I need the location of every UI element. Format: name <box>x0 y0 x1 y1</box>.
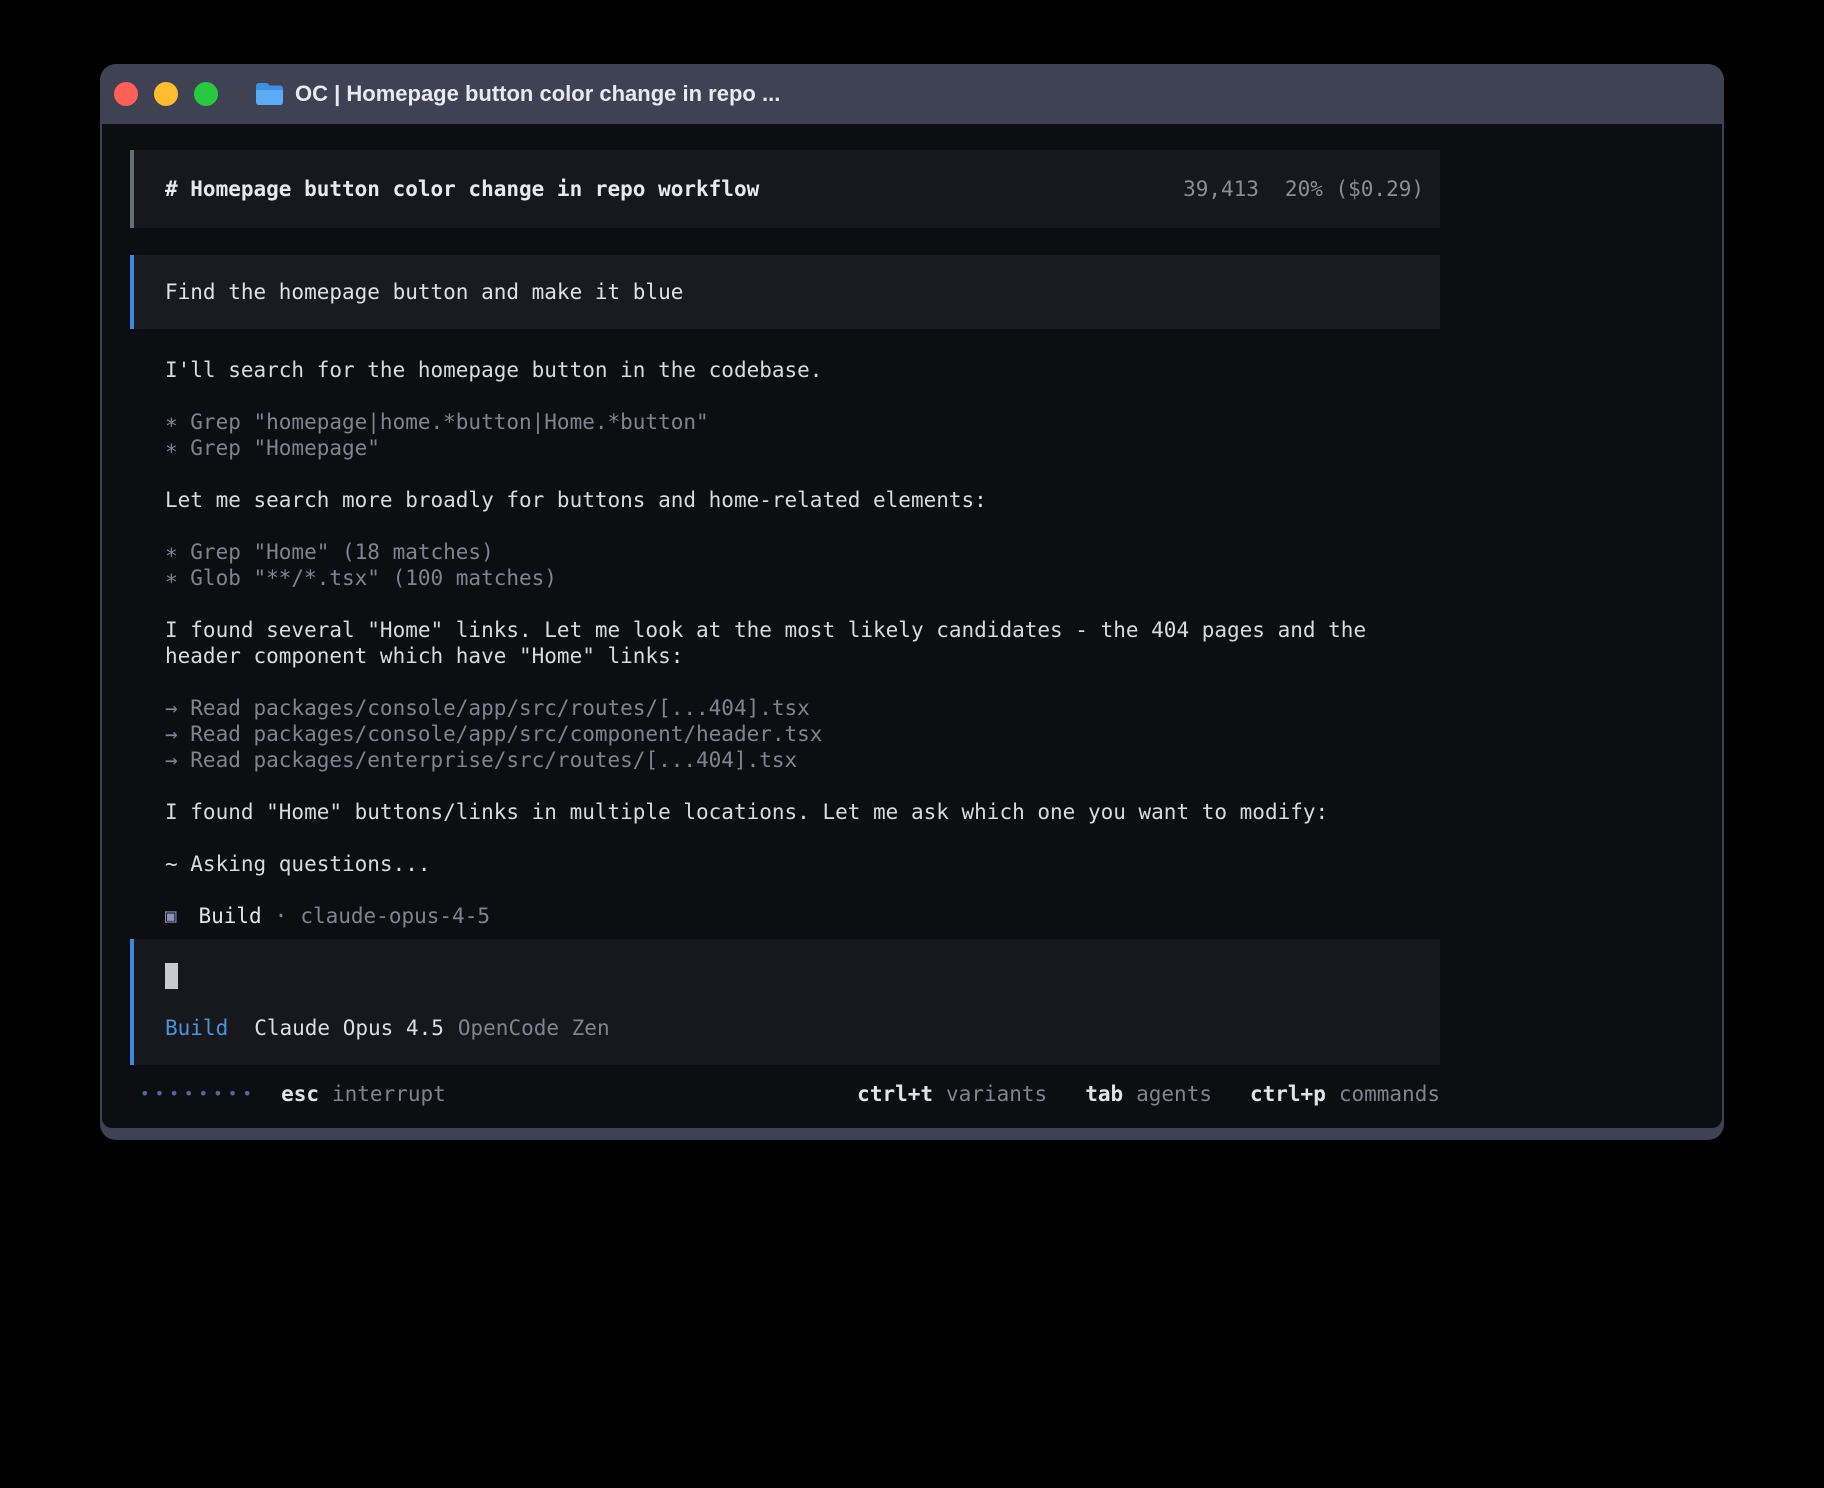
blank-line <box>165 513 1440 539</box>
blank-line <box>165 383 1440 409</box>
tool-call-read: → Read packages/console/app/src/componen… <box>165 721 1440 747</box>
agent-name: Build <box>198 903 261 929</box>
context-usage: 20% ($0.29) <box>1285 176 1424 202</box>
hint-commands: ctrl+p commands <box>1250 1081 1440 1107</box>
agent-mode-label[interactable]: Build <box>165 1015 228 1041</box>
window-title: OC | Homepage button color change in rep… <box>295 81 780 107</box>
blank-line <box>165 591 1440 617</box>
assistant-message: Let me search more broadly for buttons a… <box>165 487 1440 513</box>
minimize-window-button[interactable] <box>154 82 178 106</box>
blank-line <box>165 773 1440 799</box>
zoom-window-button[interactable] <box>194 82 218 106</box>
tool-call-read: → Read packages/enterprise/src/routes/[.… <box>165 747 1440 773</box>
tool-call-grep: ∗ Grep "Homepage" <box>165 435 1440 461</box>
hint-variants: ctrl+t variants <box>857 1081 1047 1107</box>
agents-label: agents <box>1136 1081 1212 1107</box>
status-bar: •••••••• esc interrupt ctrl+t variants t… <box>130 1081 1440 1107</box>
conversation-transcript: I'll search for the homepage button in t… <box>165 357 1440 929</box>
session-stats: 39,413 20% ($0.29) <box>1183 176 1424 202</box>
assistant-message: I found several "Home" links. Let me loo… <box>165 617 1440 669</box>
blank-line <box>165 669 1440 695</box>
hint-interrupt: esc interrupt <box>281 1081 446 1107</box>
blank-line <box>165 461 1440 487</box>
blank-line <box>165 825 1440 851</box>
separator-dot: · <box>275 903 288 929</box>
tool-call-glob: ∗ Glob "**/*.tsx" (100 matches) <box>165 565 1440 591</box>
assistant-message: I'll search for the homepage button in t… <box>165 357 1440 383</box>
close-window-button[interactable] <box>114 82 138 106</box>
tab-key-label: tab <box>1085 1081 1123 1107</box>
terminal-content: # Homepage button color change in repo w… <box>102 124 1722 1128</box>
agent-model: claude-opus-4-5 <box>300 903 490 929</box>
token-count: 39,413 <box>1183 176 1259 202</box>
window-controls <box>114 82 234 106</box>
hint-agents: tab agents <box>1085 1081 1212 1107</box>
model-status-line: Build Claude Opus 4.5 OpenCode Zen <box>165 1015 1424 1041</box>
esc-key-label: esc <box>281 1081 319 1107</box>
spinner-dots: •••••••• <box>140 1081 257 1107</box>
prompt-input-line[interactable] <box>165 963 1424 989</box>
agent-icon: ▣ <box>165 903 176 929</box>
provider-name: OpenCode Zen <box>458 1015 610 1041</box>
status-asking-questions: ~ Asking questions... <box>165 851 1440 877</box>
tool-call-grep: ∗ Grep "Home" (18 matches) <box>165 539 1440 565</box>
ctrl-t-key-label: ctrl+t <box>857 1081 933 1107</box>
esc-action-label: interrupt <box>332 1081 446 1107</box>
assistant-message: I found "Home" buttons/links in multiple… <box>165 799 1440 825</box>
user-message: Find the homepage button and make it blu… <box>130 255 1440 329</box>
tool-call-read: → Read packages/console/app/src/routes/[… <box>165 695 1440 721</box>
text-cursor <box>165 963 178 989</box>
folder-icon <box>256 83 283 105</box>
session-header: # Homepage button color change in repo w… <box>130 150 1440 228</box>
agent-status-line: ▣ Build · claude-opus-4-5 <box>165 903 1440 929</box>
commands-label: commands <box>1339 1081 1440 1107</box>
prompt-input[interactable]: Build Claude Opus 4.5 OpenCode Zen <box>130 939 1440 1065</box>
blank-line <box>165 877 1440 903</box>
window-titlebar[interactable]: OC | Homepage button color change in rep… <box>102 64 1722 124</box>
user-message-text: Find the homepage button and make it blu… <box>165 280 683 304</box>
status-left: •••••••• esc interrupt <box>140 1081 446 1107</box>
terminal-window: OC | Homepage button color change in rep… <box>100 64 1724 1140</box>
model-name: Claude Opus 4.5 <box>254 1015 444 1041</box>
tool-call-grep: ∗ Grep "homepage|home.*button|Home.*butt… <box>165 409 1440 435</box>
status-right: ctrl+t variants tab agents ctrl+p comman… <box>857 1081 1440 1107</box>
variants-label: variants <box>946 1081 1047 1107</box>
session-title: # Homepage button color change in repo w… <box>165 176 759 202</box>
ctrl-p-key-label: ctrl+p <box>1250 1081 1326 1107</box>
